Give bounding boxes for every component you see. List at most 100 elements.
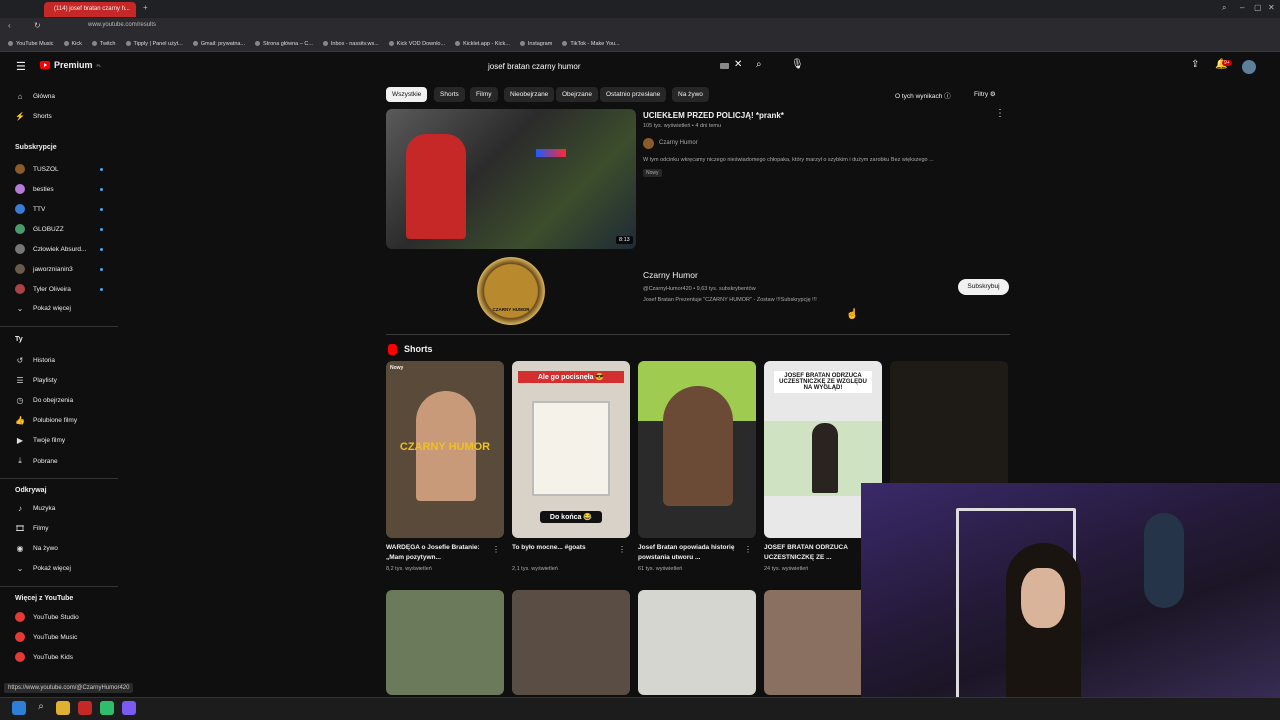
playlist-icon: ☰ (16, 376, 24, 385)
channel-avatar (15, 244, 25, 254)
new-tab-icon[interactable]: + (143, 3, 148, 12)
channel-name[interactable]: Czarny Humor (643, 270, 698, 280)
sidebar-item[interactable]: jaworznianin3 (15, 264, 73, 274)
sidebar-item[interactable]: Człowiek Absurd... (15, 244, 86, 254)
about-results[interactable]: O tych wynikach ⓘ (895, 90, 951, 100)
short-title[interactable]: JOSEF BRATAN ODRZUCA UCZESTNICZKĘ ZE ... (764, 543, 869, 563)
explorer-icon[interactable] (56, 701, 70, 715)
bookmark-item[interactable]: YouTube Music (8, 41, 54, 47)
browser-tab[interactable]: (114) josef bratan czarny h... (44, 2, 136, 17)
sidebar-item[interactable]: ◉ Na żywo (15, 544, 58, 553)
sidebar-item[interactable]: TTV (15, 204, 45, 214)
bookmark-item[interactable]: Inbox - nassitv.ws... (322, 41, 379, 47)
sidebar-item[interactable]: ↺ Historia (15, 356, 55, 365)
sidebar-item[interactable]: besties (15, 184, 54, 194)
sidebar-item[interactable]: ♪ Muzyka (15, 504, 55, 513)
subscriptions-heading[interactable]: Subskrypcje (15, 144, 57, 151)
discord-icon[interactable] (122, 701, 136, 715)
maximize-icon[interactable]: ▢ (1254, 3, 1262, 12)
bookmark-item[interactable]: Kick VOD Downlo... (388, 41, 445, 47)
video-channel-name[interactable]: Czarny Humor (659, 140, 698, 146)
video-thumbnail[interactable] (386, 109, 636, 249)
bookmark-label: Twitch (99, 40, 116, 47)
youtube-logo[interactable]: Premium PL (40, 60, 101, 70)
subscribe-button[interactable]: Subskrybuj (958, 279, 1009, 295)
more-options-icon[interactable]: ⋮ (744, 545, 752, 554)
short-title[interactable]: To było mocne... #goats (512, 543, 617, 553)
channel-handle: @CzarnyHumor420 • 9,63 tys. subskrybentó… (643, 286, 756, 292)
sidebar-item[interactable]: 🎞 Filmy (15, 524, 49, 533)
url-field[interactable]: www.youtube.com/results (88, 22, 156, 28)
sidebar-item[interactable]: Tyler Oliveira (15, 284, 71, 294)
filters-button[interactable]: Filtry ⚙ (974, 90, 996, 98)
back-icon[interactable]: ‹ (8, 21, 11, 30)
address-bar (0, 18, 1280, 36)
short-thumbnail-row2[interactable] (386, 590, 504, 695)
sidebar-item[interactable]: ☰ Playlisty (15, 376, 56, 385)
bookmark-item[interactable]: TikTok - Make You... (562, 41, 620, 47)
filter-chip[interactable]: Shorts (434, 87, 465, 102)
reload-icon[interactable]: ↻ (34, 21, 41, 30)
video-title[interactable]: UCIEKŁEM PRZED POLICJĄ! *prank* (643, 111, 784, 120)
you-heading[interactable]: Ty (15, 336, 23, 343)
short-thumbnail-row2[interactable] (512, 590, 630, 695)
more-options-icon[interactable]: ⋮ (618, 545, 626, 554)
sidebar-item[interactable]: YouTube Kids (15, 652, 73, 662)
sidebar-item[interactable]: YouTube Music (15, 632, 77, 642)
clear-search-icon[interactable]: ✕ (734, 59, 742, 70)
more-options-icon[interactable]: ⋮ (492, 545, 500, 554)
sidebar-item[interactable]: TUSZOL (15, 164, 59, 174)
bookmark-item[interactable]: Strona główna – C... (255, 41, 313, 47)
bookmark-item[interactable]: Gmail: prywatna... (192, 40, 246, 47)
police-lights (536, 149, 566, 157)
account-avatar[interactable] (1242, 60, 1256, 74)
search-icon[interactable]: ⌕ (756, 59, 762, 70)
filter-chip[interactable]: Ostatnio przesłane (600, 87, 667, 102)
microphone-icon[interactable]: 🎙 (791, 59, 804, 70)
short-title[interactable]: WARDĘGA o Josefie Bratanie: „Mam pozytyw… (386, 543, 491, 563)
bookmark-label: Gmail: prywatna... (200, 40, 246, 47)
start-icon[interactable] (12, 701, 26, 715)
short-thumbnail[interactable]: CZARNY HUMOR Nowy (386, 361, 504, 538)
close-window-icon[interactable]: ✕ (1268, 3, 1275, 12)
bookmark-label: Tipply | Panel użyt... (133, 40, 183, 47)
bookmark-item[interactable]: Twitch (91, 40, 116, 47)
short-title[interactable]: Josef Bratan opowiada historię powstania… (638, 543, 743, 563)
channel-logo[interactable]: CZARNY HUMOR (477, 257, 545, 325)
sidebar-item[interactable]: ⤓ Pobrane (15, 456, 57, 466)
filter-chip[interactable]: Filmy (470, 87, 498, 102)
menu-icon[interactable]: ☰ (16, 60, 26, 73)
bookmark-item[interactable]: Instagram (519, 41, 552, 47)
bookmark-item[interactable]: Tipply | Panel użyt... (125, 40, 183, 47)
bookmark-item[interactable]: Kick (63, 41, 82, 47)
upload-icon[interactable]: ⇪ (1191, 59, 1199, 70)
search-input[interactable]: josef bratan czarny humor (480, 58, 750, 76)
sidebar-item[interactable]: ⚡ Shorts (15, 112, 52, 121)
sidebar-item[interactable]: ⌄ Pokaż więcej (15, 564, 71, 573)
short-thumbnail[interactable] (638, 361, 756, 538)
filter-chip[interactable]: Nieobejrzane (504, 87, 555, 102)
sidebar-item[interactable]: ⌄ Pokaż więcej (15, 304, 71, 313)
browser-icon[interactable] (78, 701, 92, 715)
short-thumbnail[interactable]: Ale go pocisnęła 😎 Do końca 😂 (512, 361, 630, 538)
short-thumbnail-row2[interactable] (638, 590, 756, 695)
app-icon[interactable] (100, 701, 114, 715)
sidebar-item[interactable]: YouTube Studio (15, 612, 79, 622)
sidebar-item[interactable]: ▶ Twoje filmy (15, 436, 65, 445)
sidebar-item[interactable]: ⌂ Główna (15, 92, 55, 101)
bookmark-item[interactable]: Kicklet.app - Kick... (455, 41, 510, 47)
sidebar-divider (0, 586, 118, 587)
explore-heading: Odkrywaj (15, 487, 47, 494)
keyboard-icon[interactable] (720, 63, 729, 69)
sidebar-item[interactable]: 👍 Polubione filmy (15, 416, 77, 425)
sidebar-item[interactable]: GLOBUZZ (15, 224, 64, 234)
search-tabs-icon[interactable]: ⌕ (1222, 3, 1226, 13)
more-options-icon[interactable]: ⋮ (995, 108, 1005, 119)
channel-avatar-small[interactable] (643, 138, 654, 149)
taskbar-search-icon[interactable]: ⌕ (34, 701, 48, 715)
sidebar-item[interactable]: ◷ Do obejrzenia (15, 396, 74, 405)
filter-chip[interactable]: Na żywo (672, 87, 709, 102)
filter-chip[interactable]: Wszystkie (386, 87, 428, 102)
minimize-icon[interactable]: – (1240, 3, 1244, 12)
filter-chip[interactable]: Obejrzane (556, 87, 598, 102)
